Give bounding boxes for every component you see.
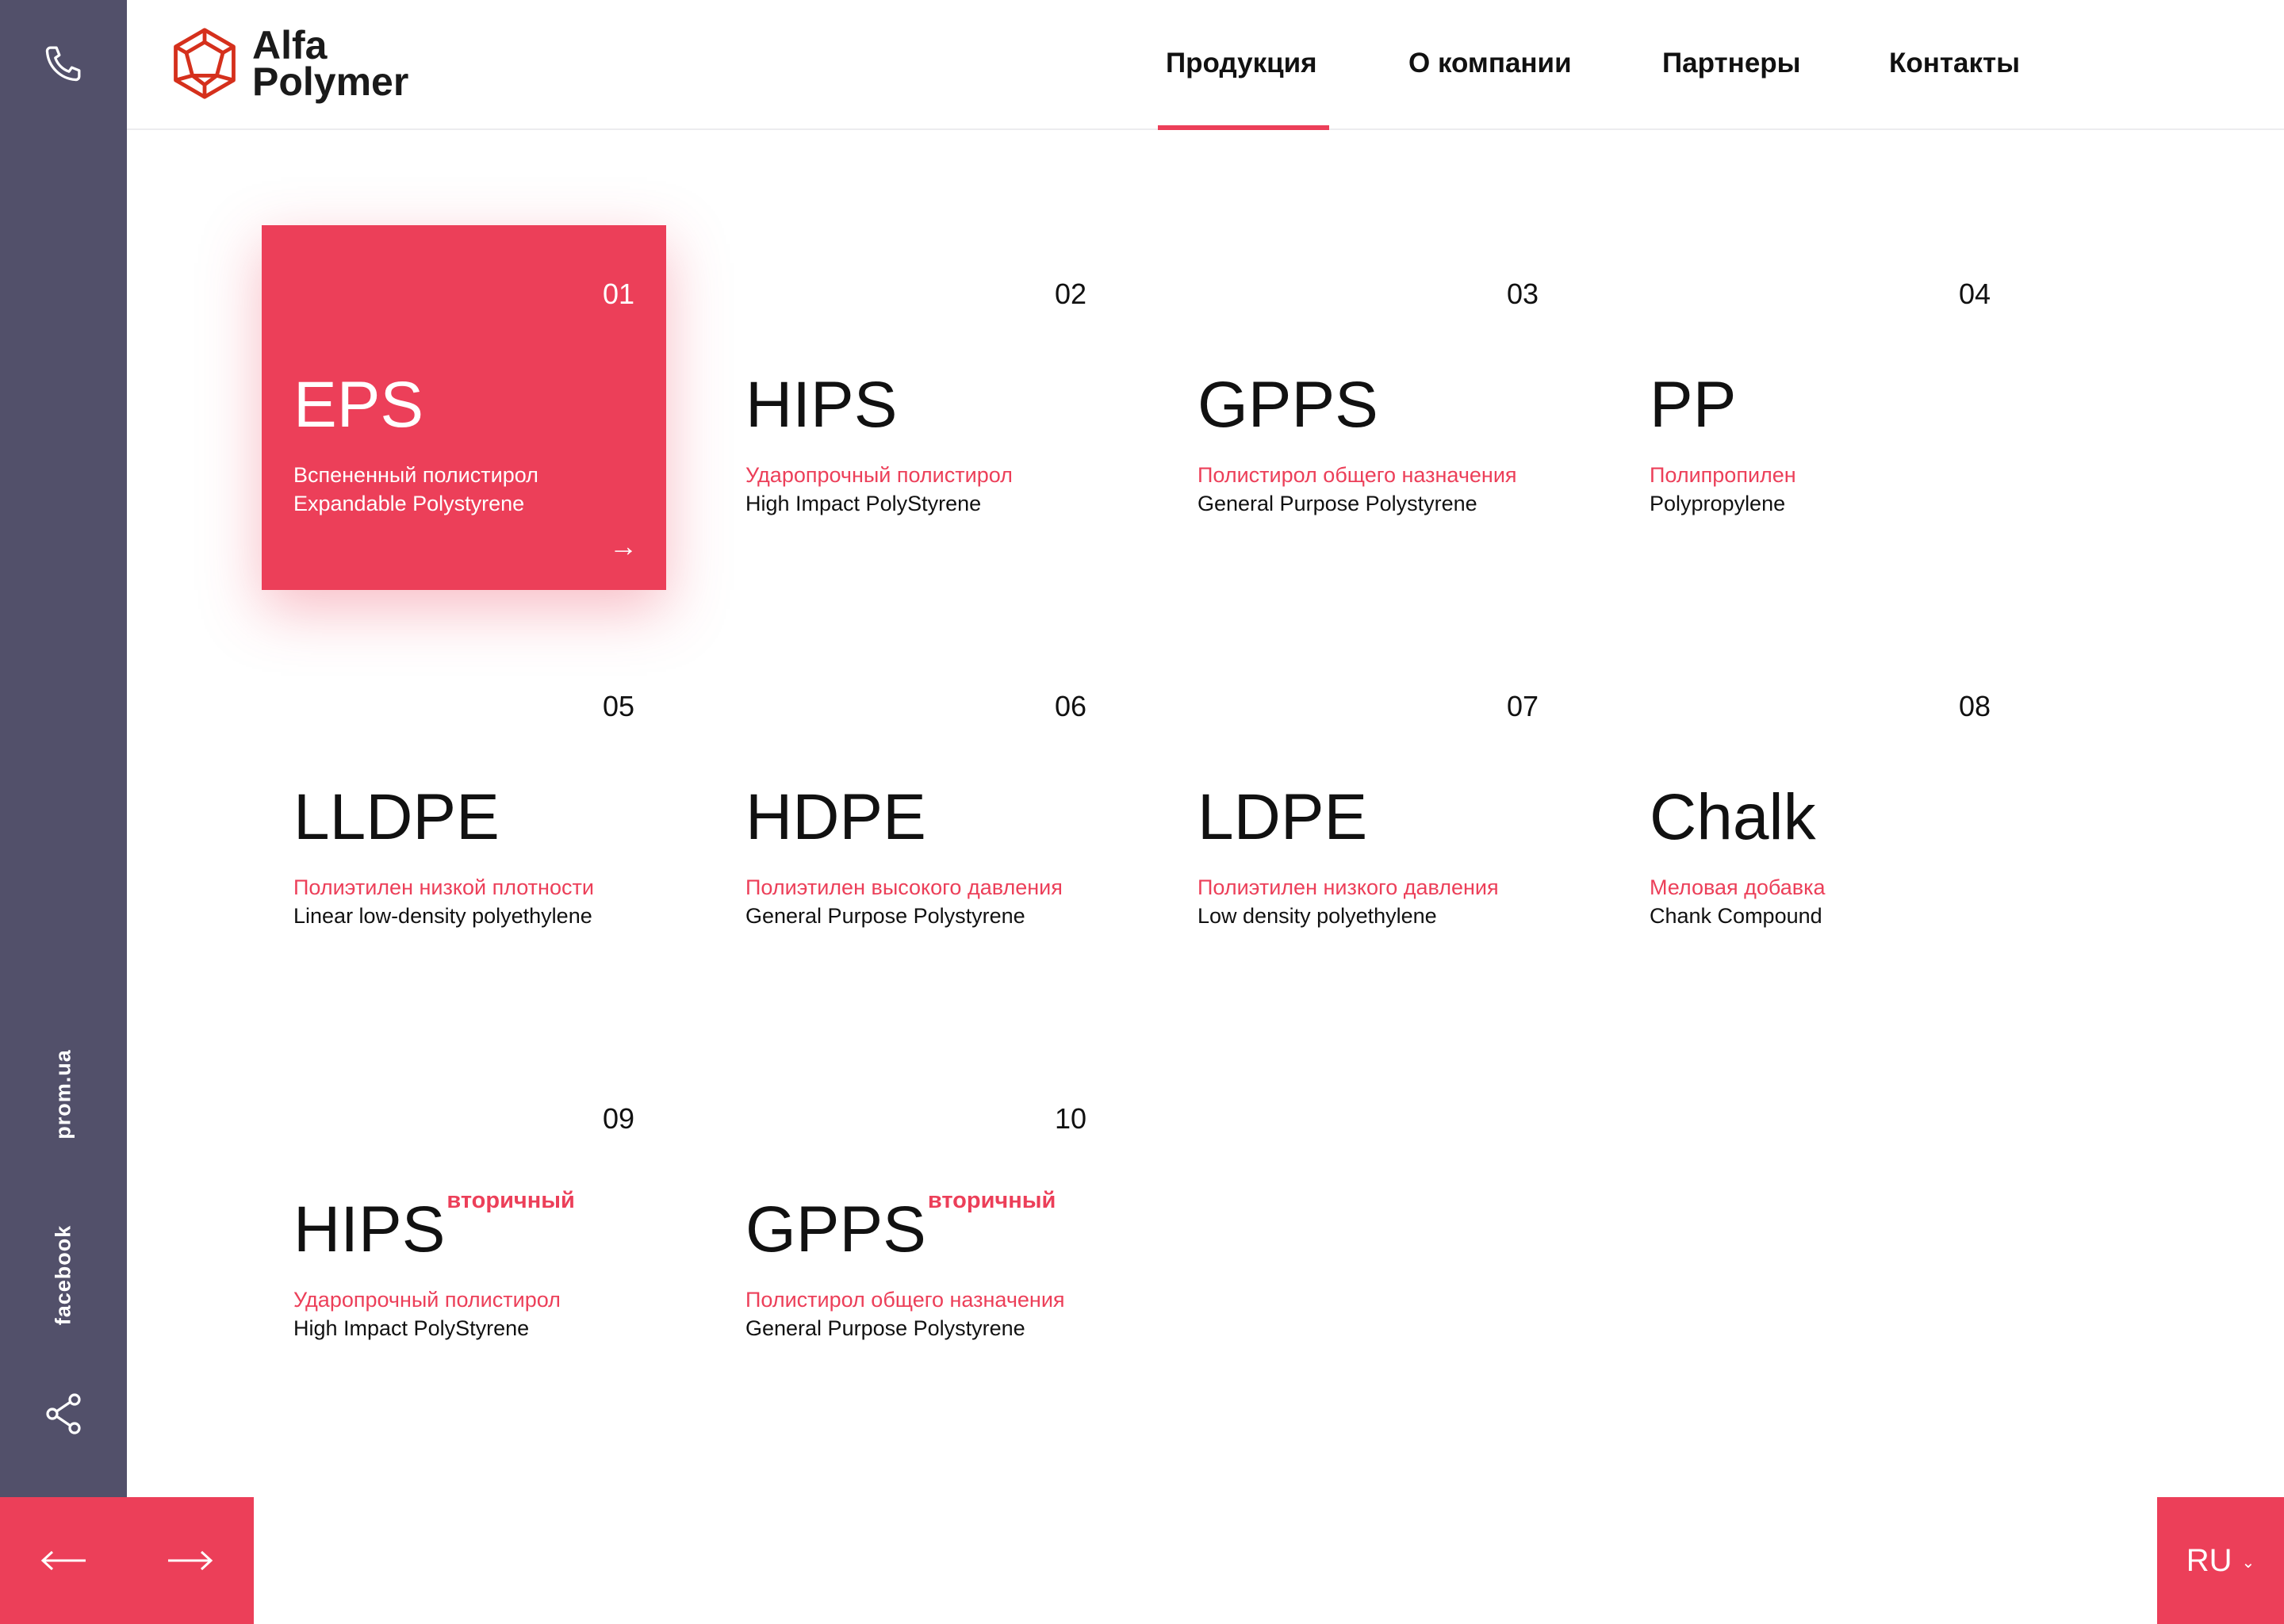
product-card-chalk[interactable]: 08 Chalk Меловая добавка Chank Compound bbox=[1618, 638, 2022, 1002]
product-name-en: Linear low-density polyethylene bbox=[293, 904, 592, 928]
product-name-ru: Вспененный полистирол bbox=[293, 463, 538, 487]
product-name-en: Expandable Polystyrene bbox=[293, 492, 525, 515]
nav-contacts[interactable]: Контакты bbox=[1889, 48, 2020, 79]
product-number: 05 bbox=[602, 690, 634, 722]
product-code-text: GPPS bbox=[1198, 369, 1378, 441]
product-number: 08 bbox=[1958, 690, 1991, 722]
product-code-text: LLDPE bbox=[293, 781, 500, 853]
nav-active-indicator bbox=[1158, 125, 1329, 130]
product-code-text: HDPE bbox=[745, 781, 926, 853]
product-code-text: PP bbox=[1650, 369, 1737, 441]
product-name-en: General Purpose Polystyrene bbox=[745, 1316, 1025, 1340]
language-selector[interactable]: RU ⌄ bbox=[2157, 1497, 2284, 1624]
product-name-ru: Полиэтилен низкой плотности bbox=[293, 875, 594, 899]
product-name-ru: Полиэтилен низкого давления bbox=[1198, 875, 1499, 899]
product-code: GPPS bbox=[1198, 368, 1378, 442]
secondary-tag: вторичный bbox=[927, 1188, 1056, 1213]
product-code: GPPSвторичный bbox=[745, 1188, 1056, 1267]
product-number: 06 bbox=[1054, 690, 1086, 722]
facebook-link[interactable]: facebook bbox=[52, 1225, 76, 1326]
product-code: HDPE bbox=[745, 780, 926, 855]
product-name-en: Chank Compound bbox=[1650, 904, 1822, 928]
product-card-hdpe[interactable]: 06 HDPE Полиэтилен высокого давления Gen… bbox=[714, 638, 1118, 1002]
header: Alfa Polymer Продукция О компании Партне… bbox=[127, 0, 2284, 130]
product-code: LLDPE bbox=[293, 780, 500, 855]
product-number: 07 bbox=[1506, 690, 1539, 722]
product-name-en: General Purpose Polystyrene bbox=[1198, 492, 1477, 515]
product-name-ru: Полипропилен bbox=[1650, 463, 1796, 487]
share-icon[interactable] bbox=[43, 1392, 84, 1436]
product-code-text: HIPS bbox=[293, 1193, 446, 1266]
product-code: EPS bbox=[293, 368, 423, 442]
product-code-text: HIPS bbox=[745, 369, 898, 441]
phone-icon[interactable] bbox=[41, 41, 86, 86]
product-card-eps[interactable]: 01 EPS Вспененный полистирол Expandable … bbox=[262, 225, 666, 590]
brand-line-1: Alfa bbox=[252, 23, 328, 67]
next-button[interactable] bbox=[127, 1497, 254, 1624]
logo[interactable]: Alfa Polymer bbox=[167, 25, 408, 102]
arrow-left-icon bbox=[40, 1550, 86, 1571]
left-sidebar: prom.ua facebook bbox=[0, 0, 127, 1497]
product-name-en: Low density polyethylene bbox=[1198, 904, 1437, 928]
product-name-en: High Impact PolyStyrene bbox=[293, 1316, 530, 1340]
product-code: Chalk bbox=[1650, 780, 1816, 855]
product-name-ru: Меловая добавка bbox=[1650, 875, 1826, 899]
product-code: HIPS bbox=[745, 368, 897, 442]
product-code: HIPSвторичный bbox=[293, 1188, 575, 1267]
product-card-hips[interactable]: 02 HIPS Ударопрочный полистирол High Imp… bbox=[714, 225, 1118, 590]
product-name-ru: Ударопрочный полистирол bbox=[293, 1288, 561, 1312]
product-number: 02 bbox=[1054, 278, 1086, 310]
product-name-en: Polypropylene bbox=[1650, 492, 1786, 515]
product-name-en: High Impact PolyStyrene bbox=[745, 492, 982, 515]
product-code-text: Chalk bbox=[1650, 781, 1816, 853]
product-number: 09 bbox=[602, 1102, 634, 1135]
product-number: 01 bbox=[602, 278, 634, 310]
product-card-ldpe[interactable]: 07 LDPE Полиэтилен низкого давления Low … bbox=[1166, 638, 1570, 1002]
product-name-ru: Полистирол общего назначения bbox=[745, 1288, 1065, 1312]
secondary-tag: вторичный bbox=[446, 1188, 575, 1213]
product-name-ru: Полистирол общего назначения bbox=[1198, 463, 1517, 487]
logo-icon bbox=[174, 28, 236, 99]
language-label: RU bbox=[2186, 1542, 2232, 1578]
product-number: 04 bbox=[1958, 278, 1991, 310]
product-name-ru: Ударопрочный полистирол bbox=[745, 463, 1013, 487]
arrow-right-icon: → bbox=[609, 530, 638, 562]
product-name-en: General Purpose Polystyrene bbox=[745, 904, 1025, 928]
brand-line-2: Polymer bbox=[252, 59, 409, 104]
nav-partners[interactable]: Партнеры bbox=[1662, 48, 1801, 79]
nav-products[interactable]: Продукция bbox=[1166, 48, 1317, 79]
product-card-hips-secondary[interactable]: 09 HIPSвторичный Ударопрочный полистирол… bbox=[262, 1050, 666, 1415]
product-card-gpps-secondary[interactable]: 10 GPPSвторичный Полистирол общего назна… bbox=[714, 1050, 1118, 1415]
product-number: 03 bbox=[1506, 278, 1539, 310]
product-code-text: GPPS bbox=[745, 1193, 926, 1266]
product-name-ru: Полиэтилен высокого давления bbox=[745, 875, 1063, 899]
prev-button[interactable] bbox=[0, 1497, 127, 1624]
product-code-text: LDPE bbox=[1198, 781, 1368, 853]
product-code: LDPE bbox=[1198, 780, 1367, 855]
pager bbox=[0, 1497, 254, 1624]
product-card-gpps[interactable]: 03 GPPS Полистирол общего назначения Gen… bbox=[1166, 225, 1570, 590]
chevron-down-icon: ⌄ bbox=[2241, 1553, 2255, 1572]
product-code: PP bbox=[1650, 368, 1736, 442]
arrow-right-icon bbox=[168, 1550, 213, 1571]
product-code-text: EPS bbox=[293, 369, 424, 441]
prom-ua-link[interactable]: prom.ua bbox=[52, 1049, 76, 1139]
product-number: 10 bbox=[1054, 1102, 1086, 1135]
product-card-lldpe[interactable]: 05 LLDPE Полиэтилен низкой плотности Lin… bbox=[262, 638, 666, 1002]
brand-name: Alfa Polymer bbox=[252, 23, 409, 104]
product-card-pp[interactable]: 04 PP Полипропилен Polypropylene bbox=[1618, 225, 2022, 590]
nav-about[interactable]: О компании bbox=[1408, 48, 1572, 79]
